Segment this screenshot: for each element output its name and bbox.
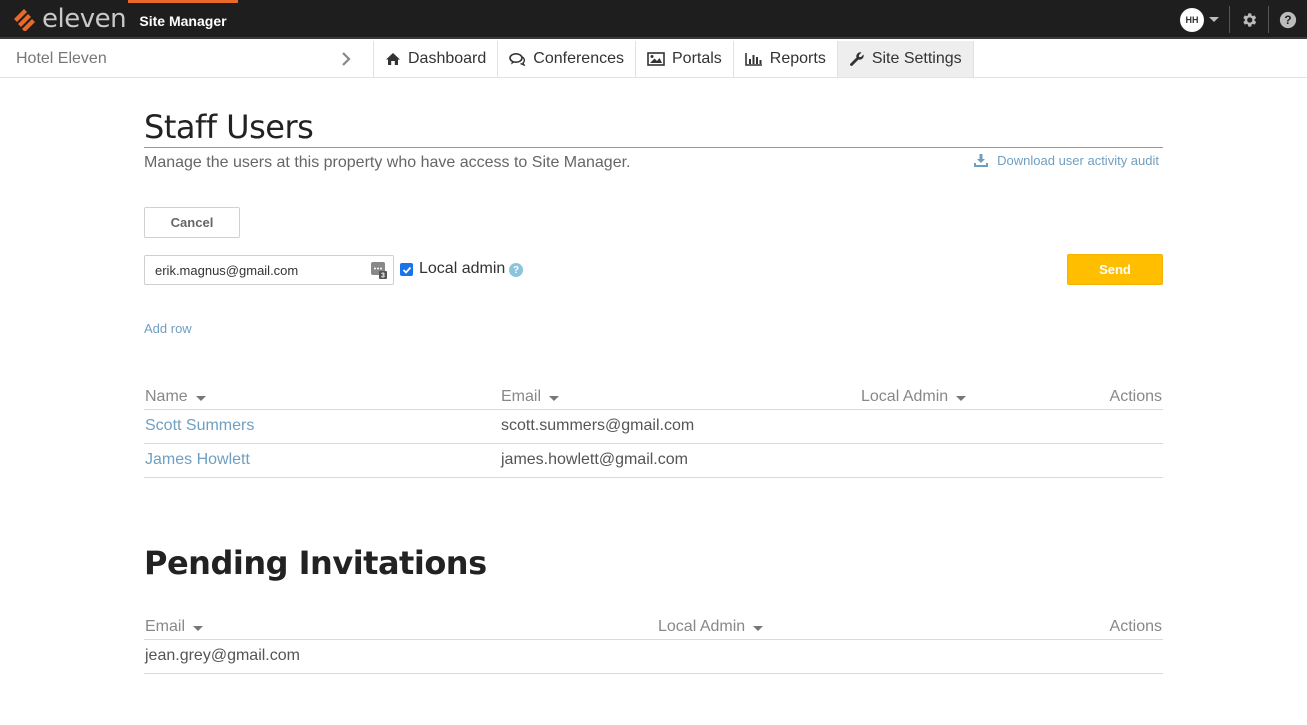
chat-icon xyxy=(509,53,526,66)
checkmark-icon xyxy=(402,266,411,274)
brand-name: eleven xyxy=(42,4,127,34)
sort-caret-icon xyxy=(753,625,764,631)
contact-card-icon: 3 xyxy=(371,262,387,279)
download-audit-label: Download user activity audit xyxy=(997,153,1159,168)
chevron-down-icon xyxy=(1209,17,1219,22)
user-email: scott.summers@gmail.com xyxy=(501,417,695,434)
table-row: jean.grey@gmail.com xyxy=(144,639,1163,673)
bar-chart-icon xyxy=(744,53,762,66)
tab-portals[interactable]: Portals xyxy=(636,41,734,77)
tab-label: Portals xyxy=(672,50,722,67)
help-icon: ? xyxy=(1279,11,1297,28)
app-tab-site-manager[interactable]: Site Manager xyxy=(128,0,238,39)
column-header-name[interactable]: Name xyxy=(145,387,206,407)
user-name-link[interactable]: Scott Summers xyxy=(145,417,254,435)
tab-dashboard[interactable]: Dashboard xyxy=(374,41,499,77)
image-icon xyxy=(647,52,665,66)
wrench-icon xyxy=(849,52,864,66)
page-subtitle: Manage the users at this property who ha… xyxy=(144,154,631,171)
eleven-logo-icon xyxy=(14,9,35,31)
tab-reports[interactable]: Reports xyxy=(734,41,838,77)
page-title: Staff Users xyxy=(144,108,314,146)
download-audit-link[interactable]: Download user activity audit xyxy=(973,153,1159,168)
invite-email: jean.grey@gmail.com xyxy=(145,647,300,664)
help-button[interactable]: ? xyxy=(1269,0,1307,39)
download-icon xyxy=(974,153,989,167)
column-header-actions: Actions xyxy=(1109,388,1162,405)
chevron-right-icon xyxy=(342,52,351,66)
title-divider xyxy=(144,147,1163,148)
send-button[interactable]: Send xyxy=(1067,254,1163,285)
app-tab-label: Site Manager xyxy=(139,13,227,29)
pending-invitations-title: Pending Invitations xyxy=(144,544,487,582)
email-input[interactable] xyxy=(144,255,394,285)
settings-button[interactable] xyxy=(1230,0,1268,39)
sort-caret-icon xyxy=(195,395,206,401)
tab-label: Site Settings xyxy=(871,50,962,67)
tab-label: Dashboard xyxy=(408,50,487,67)
local-admin-checkbox[interactable] xyxy=(400,263,413,276)
tab-label: Conferences xyxy=(533,50,624,67)
table-row: James Howlett james.howlett@gmail.com xyxy=(144,443,1163,477)
top-bar: eleven Site Manager HH ? xyxy=(0,0,1307,39)
column-header-local-admin[interactable]: Local Admin xyxy=(861,387,967,407)
help-tooltip-icon[interactable]: ? xyxy=(509,263,523,277)
add-row-link[interactable]: Add row xyxy=(144,321,192,336)
local-admin-label: Local admin xyxy=(419,260,506,277)
cancel-button[interactable]: Cancel xyxy=(144,207,240,238)
tab-label: Reports xyxy=(769,50,826,67)
sort-caret-icon xyxy=(549,395,560,401)
column-header-email[interactable]: Email xyxy=(145,617,204,637)
nav-bar: Hotel Eleven Dashboard Conferences Porta… xyxy=(0,41,1307,78)
user-email: james.howlett@gmail.com xyxy=(501,451,688,468)
breadcrumb[interactable]: Hotel Eleven xyxy=(16,41,107,77)
avatar: HH xyxy=(1180,7,1204,32)
sort-caret-icon xyxy=(956,395,967,401)
home-icon xyxy=(386,53,400,65)
table-divider xyxy=(144,477,1163,478)
tab-conferences[interactable]: Conferences xyxy=(498,41,636,77)
tab-site-settings[interactable]: Site Settings xyxy=(837,41,974,77)
column-header-email[interactable]: Email xyxy=(501,387,560,407)
sort-caret-icon xyxy=(193,625,204,631)
user-name-link[interactable]: James Howlett xyxy=(145,451,250,469)
svg-text:?: ? xyxy=(1284,14,1291,27)
eleven-logo[interactable]: eleven xyxy=(12,4,127,34)
user-menu[interactable]: HH xyxy=(1180,0,1229,39)
table-divider xyxy=(144,673,1163,674)
column-header-actions: Actions xyxy=(1109,618,1162,635)
svg-text:3: 3 xyxy=(381,273,385,280)
table-row: Scott Summers scott.summers@gmail.com xyxy=(144,409,1163,443)
gear-icon xyxy=(1243,12,1257,27)
column-header-local-admin[interactable]: Local Admin xyxy=(658,617,764,637)
